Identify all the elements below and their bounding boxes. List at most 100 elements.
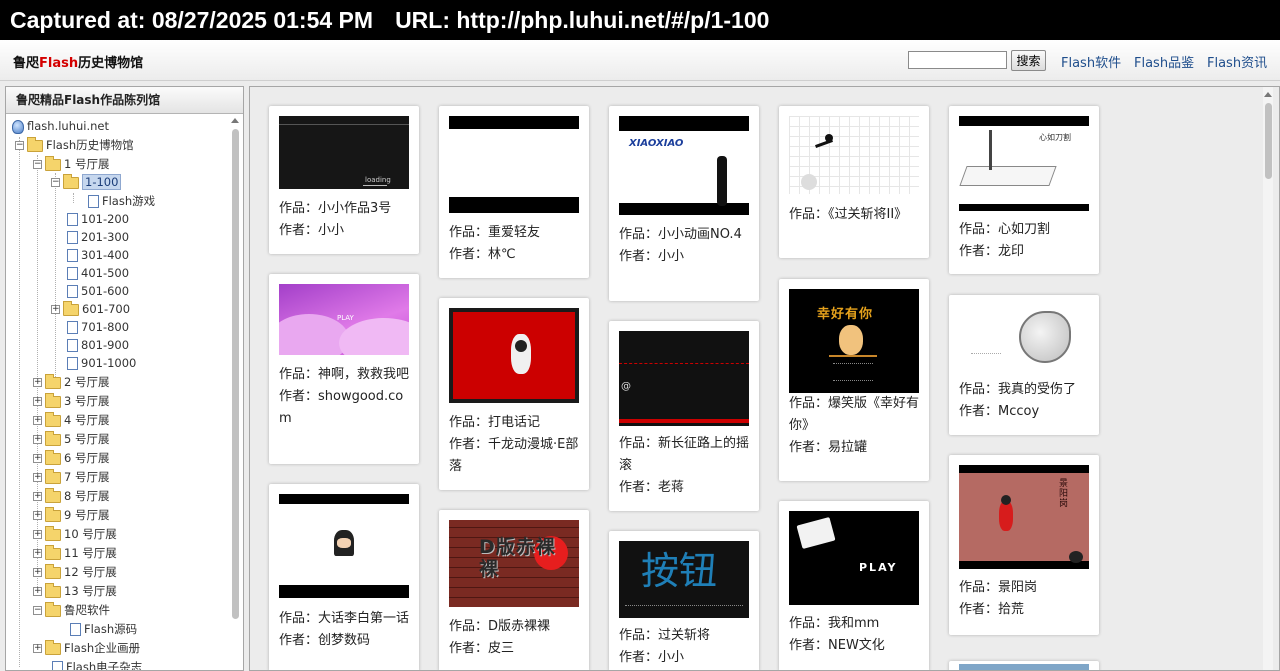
work-thumbnail[interactable]: 心如刀割: [959, 116, 1089, 211]
expand-icon[interactable]: +: [33, 511, 42, 520]
work-card[interactable]: 按钮 作品：过关斩将 作者：小小: [609, 531, 759, 670]
work-card[interactable]: 心如刀割 作品：心如刀割 作者：龙印: [949, 106, 1099, 274]
expand-icon[interactable]: +: [33, 454, 42, 463]
tree-item-flash-ezine[interactable]: Flash电子杂志: [50, 658, 142, 670]
tree-item-label: 5 号厅展: [64, 432, 110, 446]
scroll-thumb[interactable]: [232, 129, 239, 619]
work-card[interactable]: loading 作品：小小作品3号 作者：小小: [269, 106, 419, 254]
work-card[interactable]: 作品：大话李白第一话 作者：创梦数码: [269, 484, 419, 670]
search-button[interactable]: 搜索: [1011, 50, 1046, 71]
expand-icon[interactable]: +: [33, 549, 42, 558]
tree-item-hall-1[interactable]: − 1 号厅展: [33, 155, 109, 174]
tree-item-flash-source[interactable]: Flash源码: [68, 620, 137, 639]
tree-item-flash-brochure[interactable]: + Flash企业画册: [33, 639, 140, 658]
tree-item-hall-12[interactable]: +12 号厅展: [33, 563, 117, 582]
tree-item-701-800[interactable]: 701-800: [65, 318, 129, 337]
work-thumbnail[interactable]: @: [619, 331, 749, 426]
expand-icon[interactable]: +: [33, 435, 42, 444]
work-thumbnail[interactable]: loading: [279, 116, 409, 189]
collapse-icon[interactable]: −: [33, 160, 42, 169]
tree-item-label: 4 号厅展: [64, 413, 110, 427]
work-thumbnail[interactable]: PLAY: [279, 284, 409, 355]
tree-item-hall-8[interactable]: +8 号厅展: [33, 487, 109, 506]
tree-item-flash-games[interactable]: Flash游戏: [86, 192, 155, 211]
work-thumbnail[interactable]: [449, 308, 579, 403]
site-title[interactable]: 鲁咫Flash历史博物馆: [13, 52, 143, 71]
work-thumbnail[interactable]: PLAY: [789, 511, 919, 605]
tree-item-101-200[interactable]: 101-200: [65, 210, 129, 229]
tree-item-root[interactable]: flash.luhui.net: [12, 117, 109, 136]
tree-item-401-500[interactable]: 401-500: [65, 264, 129, 283]
tree-item-1-100[interactable]: − 1-100: [51, 173, 122, 192]
folder-icon: [45, 563, 61, 579]
tree-item-hall-4[interactable]: +4 号厅展: [33, 411, 109, 430]
work-card[interactable]: [949, 661, 1099, 670]
tree-item-301-400[interactable]: 301-400: [65, 246, 129, 265]
expand-icon[interactable]: +: [33, 530, 42, 539]
expand-icon[interactable]: +: [33, 644, 42, 653]
folder-icon: [45, 525, 61, 541]
work-thumbnail[interactable]: [279, 494, 409, 598]
scroll-up-icon[interactable]: [231, 118, 239, 123]
work-author: 作者：小小: [279, 223, 345, 238]
tree-view: flash.luhui.net − Flash历史博物馆 −1 号厅展 −1-10…: [6, 115, 230, 670]
tree-item-luhui-software[interactable]: − 鲁咫软件: [33, 601, 110, 620]
collapse-icon[interactable]: −: [15, 141, 24, 150]
work-card[interactable]: 景阳岗 作品：景阳岗 作者：拾荒: [949, 455, 1099, 635]
collapse-icon[interactable]: −: [51, 178, 60, 187]
tree-item-901-1000[interactable]: 901-1000: [65, 354, 136, 373]
tree-item-201-300[interactable]: 201-300: [65, 228, 129, 247]
tree-item-hall-2[interactable]: +2 号厅展: [33, 373, 109, 392]
tree-item-hall-5[interactable]: +5 号厅展: [33, 430, 109, 449]
main-scrollbar[interactable]: [1263, 87, 1273, 670]
work-card[interactable]: 幸好有你 作品：爆笑版《幸好有你》 作者：易拉罐: [779, 279, 929, 481]
work-thumbnail[interactable]: D版赤裸裸: [449, 520, 579, 607]
work-card[interactable]: PLAY 作品：神啊，救救我吧 作者：showgood.com: [269, 274, 419, 464]
work-thumbnail[interactable]: 按钮: [619, 541, 749, 618]
work-thumbnail[interactable]: [789, 116, 919, 194]
expand-icon[interactable]: +: [33, 587, 42, 596]
collapse-icon[interactable]: −: [33, 606, 42, 615]
expand-icon[interactable]: +: [33, 397, 42, 406]
expand-icon[interactable]: +: [33, 473, 42, 482]
tree-item-hall-9[interactable]: +9 号厅展: [33, 506, 109, 525]
scroll-thumb[interactable]: [1265, 103, 1272, 179]
work-card[interactable]: 作品：《过关斩将II》: [779, 106, 929, 258]
work-card[interactable]: D版赤裸裸 作品：D版赤裸裸 作者：皮三: [439, 510, 589, 670]
work-card[interactable]: PLAY 作品：我和mm 作者：NEW文化: [779, 501, 929, 670]
folder-icon: [45, 506, 61, 522]
sidebar-scrollbar[interactable]: [230, 115, 240, 670]
tree-item-501-600[interactable]: 501-600: [65, 282, 129, 301]
work-card[interactable]: @ 作品：新长征路上的摇滚 作者：老蒋: [609, 321, 759, 511]
search-input[interactable]: [908, 51, 1007, 69]
expand-icon[interactable]: +: [33, 378, 42, 387]
work-thumbnail[interactable]: 景阳岗: [959, 465, 1089, 569]
nav-link-flash-news[interactable]: Flash资讯: [1207, 52, 1267, 71]
expand-icon[interactable]: +: [51, 305, 60, 314]
tree-item-601-700[interactable]: +601-700: [51, 300, 130, 319]
expand-icon[interactable]: +: [33, 416, 42, 425]
work-thumbnail[interactable]: XIAOXIAO: [619, 116, 749, 215]
work-card[interactable]: 作品：重爱轻友 作者：林℃: [439, 106, 589, 278]
tree-item-hall-6[interactable]: +6 号厅展: [33, 449, 109, 468]
tree-item-hall-11[interactable]: +11 号厅展: [33, 544, 117, 563]
work-thumbnail[interactable]: [449, 116, 579, 213]
tree-item-hall-3[interactable]: +3 号厅展: [33, 392, 109, 411]
scroll-up-icon[interactable]: [1264, 92, 1272, 97]
tree-item-museum[interactable]: − Flash历史博物馆: [15, 136, 134, 155]
work-card[interactable]: XIAOXIAO 作品：小小动画NO.4 作者：小小: [609, 106, 759, 301]
work-thumbnail[interactable]: [959, 305, 1089, 370]
expand-icon[interactable]: +: [33, 492, 42, 501]
nav-link-flash-review[interactable]: Flash品鉴: [1134, 52, 1194, 71]
tree-item-hall-7[interactable]: +7 号厅展: [33, 468, 109, 487]
tree-item-hall-10[interactable]: +10 号厅展: [33, 525, 117, 544]
work-thumbnail[interactable]: [959, 664, 1089, 670]
expand-icon[interactable]: +: [33, 568, 42, 577]
work-card[interactable]: 作品：我真的受伤了 作者：Mccoy: [949, 295, 1099, 435]
work-info: 作品：重爱轻友 作者：林℃: [449, 222, 581, 266]
tree-item-801-900[interactable]: 801-900: [65, 336, 129, 355]
work-thumbnail[interactable]: 幸好有你: [789, 289, 919, 393]
nav-link-flash-software[interactable]: Flash软件: [1061, 52, 1121, 71]
work-card[interactable]: 作品：打电话记 作者：千龙动漫城·E部落: [439, 298, 589, 490]
tree-item-hall-13[interactable]: +13 号厅展: [33, 582, 117, 601]
